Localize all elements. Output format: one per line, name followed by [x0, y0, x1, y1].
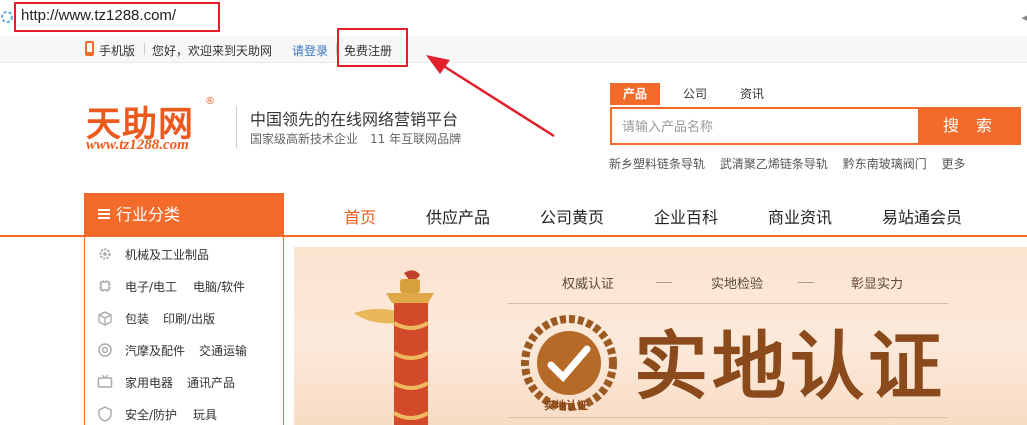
site-slogan: 中国领先的在线网络营销平台: [250, 110, 459, 129]
category-menu-header[interactable]: 行业分类: [84, 193, 284, 237]
banner-title: 实地认证: [634, 324, 946, 410]
hot-link[interactable]: 武清聚乙烯链条导轨: [720, 157, 828, 171]
nav-business-news[interactable]: 商业资讯: [768, 204, 832, 228]
divider: [236, 106, 237, 148]
banner-tag: 实地检验: [711, 277, 764, 292]
divider: [508, 417, 948, 418]
category-label[interactable]: 电脑/软件: [193, 278, 245, 295]
nav-supply-products[interactable]: 供应产品: [426, 204, 490, 228]
search-input[interactable]: [620, 109, 914, 145]
huabiao-pillar-image: [354, 270, 434, 425]
shield-icon: [98, 406, 112, 422]
category-label[interactable]: 机械及工业制品: [125, 246, 209, 263]
divider: [144, 43, 145, 55]
welcome-text: 您好，欢迎来到天助网: [152, 44, 273, 58]
seal-text: 实地认证: [544, 399, 588, 412]
site-logo-url[interactable]: www.tz1288.com: [86, 137, 189, 154]
category-label[interactable]: 交通运输: [199, 342, 247, 359]
category-title: 行业分类: [116, 205, 181, 224]
category-label[interactable]: 汽摩及配件: [125, 342, 185, 359]
promo-banner[interactable]: 权威认证 实地检验 彰显实力 实地认证 实地认证: [294, 247, 1027, 425]
tab-product[interactable]: 产品: [610, 83, 660, 105]
search-button[interactable]: 搜 索: [920, 107, 1021, 145]
registered-mark: ®: [205, 96, 215, 107]
category-label[interactable]: 家用电器: [125, 374, 173, 391]
mobile-version-link[interactable]: 手机版: [99, 42, 135, 59]
category-label[interactable]: 印刷/出版: [163, 310, 215, 327]
tv-icon: [97, 374, 113, 388]
category-list: 机械及工业制品 电子/电工 电脑/软件 包装 印刷/出版 汽摩及配件 交通运输 …: [84, 237, 284, 425]
site-subslogan: 国家级高新技术企业 11 年互联网品牌: [250, 132, 462, 146]
divider: [656, 282, 672, 283]
hot-link[interactable]: 新乡塑料链条导轨: [609, 157, 705, 171]
nav-membership[interactable]: 易站通会员: [882, 204, 962, 228]
wheel-icon: [98, 343, 112, 357]
search-box: [610, 107, 920, 145]
more-link[interactable]: 更多: [942, 157, 966, 171]
loading-icon: [1, 11, 13, 23]
hot-link[interactable]: 黔东南玻璃阀门: [843, 157, 927, 171]
tab-news[interactable]: 资讯: [727, 83, 777, 105]
category-label[interactable]: 通讯产品: [187, 374, 235, 391]
nav-company-directory[interactable]: 公司黄页: [540, 204, 604, 228]
category-label[interactable]: 包装: [125, 310, 149, 327]
tab-company[interactable]: 公司: [670, 83, 720, 105]
login-link[interactable]: 请登录: [292, 42, 328, 59]
dropdown-icon[interactable]: ◂: [1021, 11, 1027, 24]
browser-address-bar: http://www.tz1288.com/ ◂: [0, 0, 1027, 37]
url-field[interactable]: http://www.tz1288.com/: [21, 7, 176, 24]
category-label[interactable]: 安全/防护: [125, 406, 177, 423]
category-label[interactable]: 玩具: [193, 406, 217, 423]
chip-icon: [99, 280, 111, 292]
gear-icon: [99, 248, 111, 260]
divider: [798, 282, 814, 283]
box-icon: [98, 311, 112, 326]
divider: [508, 303, 948, 304]
menu-icon: [98, 209, 110, 219]
phone-icon: [85, 41, 94, 56]
banner-tag: 权威认证: [562, 277, 615, 292]
banner-tag: 彰显实力: [851, 277, 904, 292]
register-highlight-box: [337, 28, 408, 67]
category-label[interactable]: 电子/电工: [125, 278, 177, 295]
nav-home[interactable]: 首页: [344, 204, 376, 228]
nav-encyclopedia[interactable]: 企业百科: [654, 204, 718, 228]
hot-search-links: 新乡塑料链条导轨 武清聚乙烯链条导轨 黔东南玻璃阀门 更多: [609, 155, 977, 172]
